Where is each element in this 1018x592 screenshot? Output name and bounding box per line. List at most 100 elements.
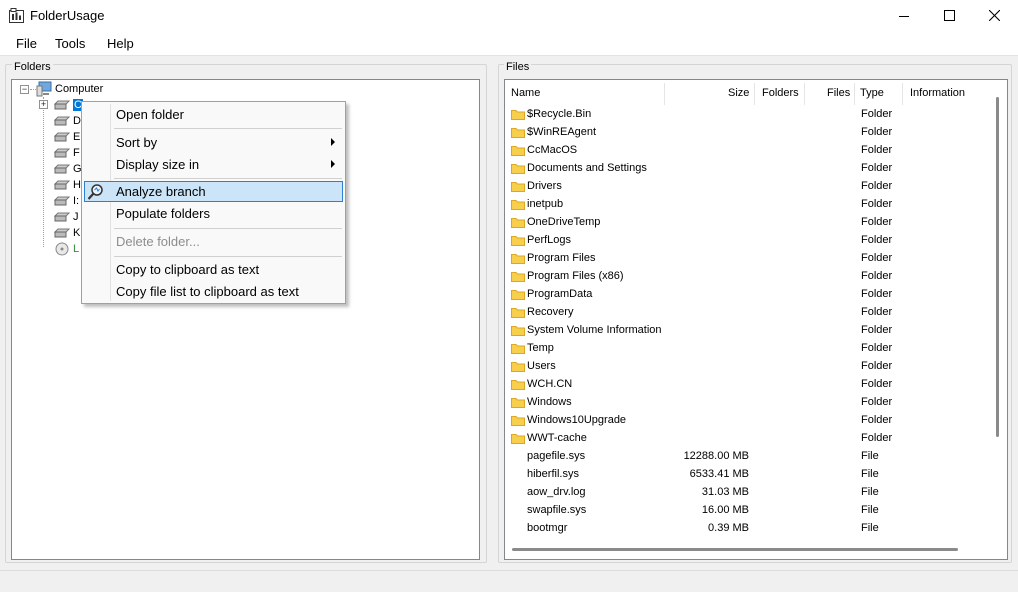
tree-item-drive[interactable]: H [54, 177, 81, 193]
file-row[interactable]: swapfile.sys 16.00 MB File [507, 501, 995, 519]
disc-drive-icon [55, 242, 69, 256]
file-row[interactable]: aow_drv.log 31.03 MB File [507, 483, 995, 501]
file-row[interactable]: Temp Folder [507, 339, 995, 357]
minimize-icon [899, 15, 909, 17]
menu-copy-clipboard-text[interactable]: Copy to clipboard as text [84, 259, 343, 280]
menu-populate-folders[interactable]: Populate folders [84, 203, 343, 224]
menu-file[interactable]: File [16, 36, 37, 51]
file-row[interactable]: Drivers Folder [507, 177, 995, 195]
expand-toggle[interactable]: + [39, 100, 48, 109]
menu-item-label: Open folder [116, 107, 184, 122]
close-icon [988, 10, 1000, 21]
column-header-name[interactable]: Name [511, 87, 540, 107]
file-row[interactable]: ProgramData Folder [507, 285, 995, 303]
close-button[interactable] [971, 0, 1017, 31]
column-header-size[interactable]: Size [728, 87, 749, 107]
menu-item-label: Sort by [116, 135, 158, 150]
column-divider[interactable] [754, 83, 755, 105]
file-row[interactable]: System Volume Information Folder [507, 321, 995, 339]
file-row[interactable]: inetpub Folder [507, 195, 995, 213]
tree-item-label: Computer [55, 83, 104, 95]
file-name: aow_drv.log [527, 486, 586, 498]
menu-separator [114, 228, 342, 229]
file-name: hiberfil.sys [527, 468, 579, 480]
column-divider[interactable] [804, 83, 805, 105]
tree-item-drive[interactable]: D [54, 113, 81, 129]
column-header-information[interactable]: Information [910, 87, 965, 107]
folder-icon [511, 272, 525, 282]
window-title: FolderUsage [30, 8, 105, 23]
context-menu: Open folder Sort by Display size in Anal… [81, 101, 346, 304]
file-row[interactable]: Documents and Settings Folder [507, 159, 995, 177]
column-divider[interactable] [854, 83, 855, 105]
file-type: File [861, 522, 879, 534]
menu-display-size-in[interactable]: Display size in [84, 154, 343, 175]
folder-icon [511, 164, 525, 174]
menu-delete-folder: Delete folder... [84, 231, 343, 252]
file-name: Program Files (x86) [527, 270, 624, 282]
tree-item-drive[interactable]: G [54, 161, 82, 177]
column-header-folders[interactable]: Folders [762, 87, 799, 107]
file-row[interactable]: WCH.CN Folder [507, 375, 995, 393]
file-row[interactable]: Program Files (x86) Folder [507, 267, 995, 285]
menu-copy-file-list[interactable]: Copy file list to clipboard as text [84, 281, 343, 302]
menu-help[interactable]: Help [107, 36, 134, 51]
file-row[interactable]: CcMacOS Folder [507, 141, 995, 159]
file-size: 16.00 MB [701, 504, 749, 516]
file-row[interactable]: PerfLogs Folder [507, 231, 995, 249]
tree-item-label: D [73, 115, 81, 127]
file-type: Folder [861, 252, 893, 264]
folder-icon [511, 200, 525, 210]
menu-sort-by[interactable]: Sort by [84, 132, 343, 153]
tree-item-drive[interactable]: J [54, 209, 79, 225]
file-row[interactable]: Recovery Folder [507, 303, 995, 321]
drive-icon [54, 148, 70, 158]
file-row[interactable]: pagefile.sys 12288.00 MB File [507, 447, 995, 465]
tree-item-drive[interactable]: K [54, 225, 80, 241]
file-type: Folder [861, 432, 893, 444]
title-bar: FolderUsage [0, 0, 1018, 31]
column-header-type[interactable]: Type [860, 87, 884, 107]
file-row[interactable]: Windows10Upgrade Folder [507, 411, 995, 429]
file-row[interactable]: $WinREAgent Folder [507, 123, 995, 141]
tree-item-computer[interactable]: Computer [36, 81, 103, 97]
drive-icon [54, 132, 70, 142]
app-icon [9, 8, 24, 23]
drive-icon [54, 196, 70, 206]
maximize-button[interactable] [926, 0, 972, 31]
menu-item-label: Copy file list to clipboard as text [116, 284, 299, 299]
file-row[interactable]: OneDriveTemp Folder [507, 213, 995, 231]
column-header-files[interactable]: Files [827, 87, 850, 107]
tree-item-drive[interactable]: I: [54, 193, 79, 209]
file-row[interactable]: WWT-cache Folder [507, 429, 995, 447]
file-row[interactable]: bootmgr 0.39 MB File [507, 519, 995, 537]
magnifier-icon [87, 184, 103, 200]
minimize-button[interactable] [881, 0, 927, 31]
file-row[interactable]: Users Folder [507, 357, 995, 375]
folder-icon [511, 254, 525, 264]
file-type: File [861, 450, 879, 462]
tree-item-drive[interactable]: L [54, 241, 79, 257]
collapse-toggle[interactable]: − [20, 85, 29, 94]
menu-analyze-branch[interactable]: Analyze branch [84, 181, 343, 202]
file-type: Folder [861, 126, 893, 138]
column-divider[interactable] [902, 83, 903, 105]
file-name: OneDriveTemp [527, 216, 601, 228]
file-row[interactable]: Program Files Folder [507, 249, 995, 267]
folder-icon [511, 128, 525, 138]
file-name: Recovery [527, 306, 574, 318]
file-type: Folder [861, 360, 893, 372]
menu-tools[interactable]: Tools [55, 36, 85, 51]
file-row[interactable]: hiberfil.sys 6533.41 MB File [507, 465, 995, 483]
tree-item-drive[interactable]: F [54, 145, 80, 161]
folder-icon [511, 362, 525, 372]
file-row[interactable]: Windows Folder [507, 393, 995, 411]
vertical-scrollbar[interactable] [996, 97, 999, 437]
tree-item-drive[interactable]: E [54, 129, 80, 145]
menu-open-folder[interactable]: Open folder [84, 104, 343, 125]
menu-item-label: Display size in [116, 157, 200, 172]
tree-item-drive[interactable]: C [54, 97, 83, 113]
file-row[interactable]: $Recycle.Bin Folder [507, 105, 995, 123]
horizontal-scrollbar[interactable] [512, 548, 958, 551]
column-divider[interactable] [664, 83, 665, 105]
